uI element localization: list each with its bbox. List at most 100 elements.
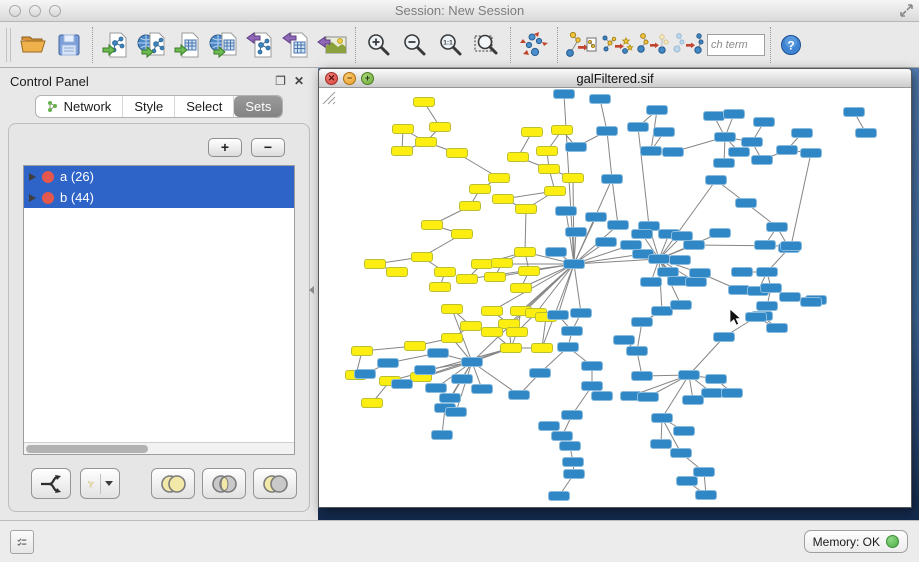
- expander-icon[interactable]: [29, 194, 36, 202]
- graph-node[interactable]: [597, 127, 618, 136]
- graph-node[interactable]: [582, 362, 603, 371]
- graph-node[interactable]: [671, 301, 692, 310]
- graph-node-selected[interactable]: [392, 147, 413, 156]
- graph-node[interactable]: [627, 347, 648, 356]
- graph-node[interactable]: [632, 372, 653, 381]
- tab-style[interactable]: Style: [123, 96, 175, 117]
- graph-node[interactable]: [694, 468, 715, 477]
- horizontal-scrollbar[interactable]: [24, 442, 294, 454]
- graph-node[interactable]: [704, 112, 725, 121]
- graph-node[interactable]: [706, 176, 727, 185]
- graph-node[interactable]: [686, 278, 707, 287]
- graph-node[interactable]: [592, 392, 613, 401]
- graph-node-selected[interactable]: [414, 98, 435, 107]
- graph-node-selected[interactable]: [362, 399, 383, 408]
- graph-node[interactable]: [632, 318, 653, 327]
- graph-node[interactable]: [641, 278, 662, 287]
- graph-node[interactable]: [590, 95, 611, 104]
- graph-node[interactable]: [754, 118, 775, 127]
- graph-node[interactable]: [647, 106, 668, 115]
- window-titlebar[interactable]: Session: New Session: [0, 0, 919, 22]
- import-network-file-button[interactable]: [98, 26, 134, 64]
- graph-node[interactable]: [706, 375, 727, 384]
- tab-network[interactable]: Network: [36, 96, 124, 117]
- graph-node[interactable]: [761, 284, 782, 293]
- graph-node[interactable]: [710, 229, 731, 238]
- set-row[interactable]: b (44): [24, 187, 294, 208]
- zoom-out-button[interactable]: [397, 26, 433, 64]
- graph-node[interactable]: [638, 393, 659, 402]
- graph-node[interactable]: [566, 143, 587, 152]
- graph-node[interactable]: [355, 370, 376, 379]
- graph-node[interactable]: [801, 149, 822, 158]
- graph-node-selected[interactable]: [416, 138, 437, 147]
- graph-node-selected[interactable]: [405, 342, 426, 351]
- graph-node[interactable]: [746, 313, 767, 322]
- graph-node-selected[interactable]: [508, 153, 529, 162]
- remove-set-button[interactable]: −: [251, 138, 285, 157]
- graph-node[interactable]: [757, 302, 778, 311]
- graph-node[interactable]: [539, 422, 560, 431]
- graph-node[interactable]: [530, 369, 551, 378]
- graph-node[interactable]: [562, 411, 583, 420]
- float-panel-button[interactable]: ❐: [271, 74, 290, 88]
- import-table-web-button[interactable]: [206, 26, 242, 64]
- graph-node[interactable]: [752, 156, 773, 165]
- apply-layout-button[interactable]: [516, 26, 552, 64]
- set-row[interactable]: a (26): [24, 166, 294, 187]
- graph-edge[interactable]: [689, 337, 724, 375]
- split-set-button[interactable]: [31, 468, 71, 499]
- graph-node[interactable]: [564, 260, 585, 269]
- graph-node[interactable]: [548, 311, 569, 320]
- graph-node[interactable]: [780, 293, 801, 302]
- graph-node[interactable]: [755, 241, 776, 250]
- open-session-button[interactable]: [15, 26, 51, 64]
- close-window-button[interactable]: [9, 5, 21, 17]
- graph-node[interactable]: [586, 213, 607, 222]
- close-panel-button[interactable]: ✕: [290, 74, 308, 88]
- graph-node-selected[interactable]: [430, 283, 451, 292]
- graph-node[interactable]: [677, 477, 698, 486]
- graph-node[interactable]: [679, 371, 700, 380]
- graph-edge[interactable]: [607, 131, 612, 179]
- scrollbar-thumb[interactable]: [26, 445, 148, 453]
- export-table-button[interactable]: [278, 26, 314, 64]
- help-button[interactable]: ?: [776, 26, 806, 64]
- graph-node-selected[interactable]: [515, 248, 536, 257]
- union-sets-button[interactable]: [151, 468, 195, 499]
- graph-node-selected[interactable]: [472, 260, 493, 269]
- graph-node[interactable]: [736, 199, 757, 208]
- graph-node-selected[interactable]: [430, 123, 451, 132]
- graph-node[interactable]: [652, 414, 673, 423]
- resize-grip-icon[interactable]: [319, 88, 337, 106]
- graph-node[interactable]: [767, 324, 788, 333]
- graph-edge[interactable]: [456, 362, 472, 412]
- graph-node[interactable]: [428, 349, 449, 358]
- graph-node[interactable]: [844, 108, 865, 117]
- zoom-in-button[interactable]: [361, 26, 397, 64]
- graph-node[interactable]: [554, 90, 575, 99]
- graph-node[interactable]: [801, 298, 822, 307]
- graph-node[interactable]: [690, 269, 711, 278]
- maximize-network-button[interactable]: +: [361, 72, 374, 85]
- graph-node-selected[interactable]: [365, 260, 386, 269]
- graph-node[interactable]: [446, 408, 467, 417]
- graph-node-selected[interactable]: [442, 334, 463, 343]
- graph-node[interactable]: [582, 382, 603, 391]
- zoom-actual-size-button[interactable]: 1:1: [433, 26, 469, 64]
- new-network-from-selection-button[interactable]: [563, 26, 599, 64]
- graph-node[interactable]: [432, 431, 453, 440]
- fullscreen-icon[interactable]: [899, 4, 914, 18]
- graph-node-selected[interactable]: [461, 322, 482, 331]
- graph-node[interactable]: [556, 207, 577, 216]
- graph-node[interactable]: [714, 159, 735, 168]
- graph-node[interactable]: [715, 133, 736, 142]
- graph-node[interactable]: [724, 110, 745, 119]
- graph-node[interactable]: [658, 268, 679, 277]
- graph-node[interactable]: [732, 268, 753, 277]
- graph-node[interactable]: [415, 366, 436, 375]
- difference-sets-button[interactable]: [253, 468, 297, 499]
- graph-edge[interactable]: [574, 264, 581, 313]
- add-set-button[interactable]: +: [208, 138, 242, 157]
- import-network-web-button[interactable]: [134, 26, 170, 64]
